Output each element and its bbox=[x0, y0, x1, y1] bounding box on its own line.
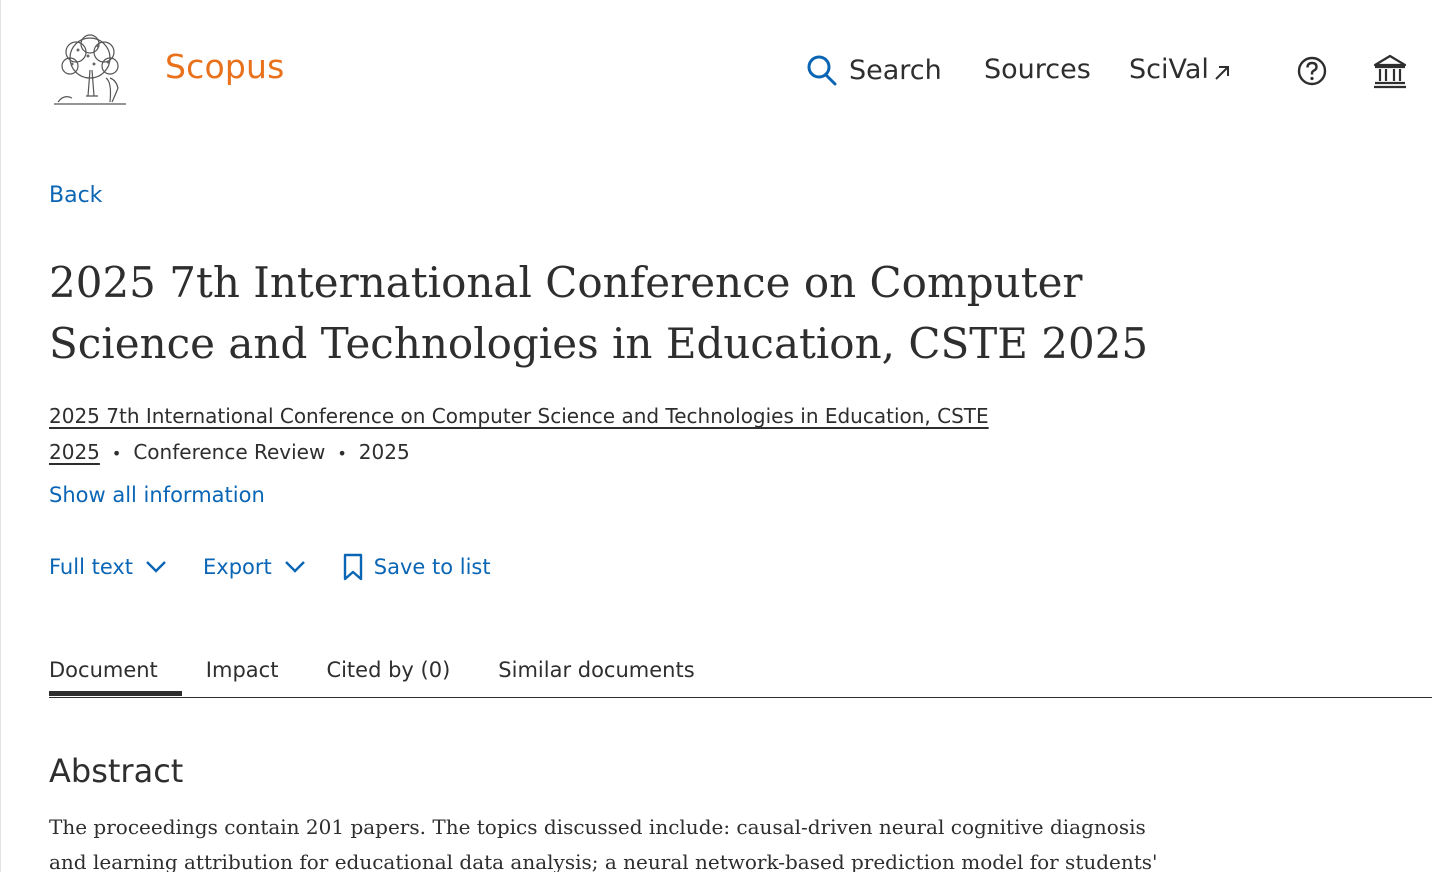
full-text-label: Full text bbox=[49, 555, 134, 579]
document-type: Conference Review bbox=[133, 440, 326, 464]
chevron-down-icon bbox=[284, 561, 305, 573]
tab-cited-by[interactable]: Cited by (0) bbox=[326, 658, 474, 694]
abstract-heading: Abstract bbox=[49, 752, 184, 790]
document-actions: Full text Export Save to list bbox=[49, 553, 527, 581]
search-icon bbox=[807, 55, 837, 86]
help-icon[interactable] bbox=[1296, 55, 1328, 87]
tabs-divider bbox=[49, 697, 1432, 698]
export-label: Export bbox=[203, 555, 272, 579]
nav-sources-link[interactable]: Sources bbox=[984, 54, 1091, 85]
save-to-list-label: Save to list bbox=[373, 555, 491, 579]
meta-separator: • bbox=[337, 444, 347, 463]
external-link-icon bbox=[1215, 65, 1229, 80]
document-meta: 2025 7th International Conference on Com… bbox=[49, 398, 1009, 472]
bookmark-icon bbox=[343, 553, 362, 581]
back-link[interactable]: Back bbox=[49, 183, 102, 208]
meta-separator: • bbox=[111, 444, 122, 463]
tab-document[interactable]: Document bbox=[49, 658, 182, 696]
full-text-dropdown[interactable]: Full text bbox=[49, 555, 167, 579]
abstract-text: The proceedings contain 201 papers. The … bbox=[49, 815, 1158, 872]
scopus-brand-link[interactable]: Scopus bbox=[165, 47, 285, 86]
save-to-list-button[interactable]: Save to list bbox=[342, 553, 491, 581]
nav-search-button[interactable]: Search bbox=[807, 54, 942, 86]
nav-search-label: Search bbox=[849, 54, 942, 86]
export-dropdown[interactable]: Export bbox=[203, 555, 306, 579]
nav-scival-label: SciVal bbox=[1129, 54, 1209, 85]
document-year: 2025 bbox=[358, 440, 410, 464]
elsevier-tree-logo-icon[interactable] bbox=[48, 34, 132, 108]
tab-similar-documents[interactable]: Similar documents bbox=[498, 658, 718, 694]
chevron-down-icon bbox=[146, 561, 166, 573]
tab-impact[interactable]: Impact bbox=[206, 658, 303, 694]
institution-icon[interactable] bbox=[1372, 53, 1408, 89]
show-all-information-link[interactable]: Show all information bbox=[49, 483, 265, 507]
page-left-border bbox=[0, 0, 1, 872]
document-title: 2025 7th International Conference on Com… bbox=[49, 258, 1149, 368]
nav-scival-link[interactable]: SciVal bbox=[1129, 54, 1231, 85]
document-tabs: Document Impact Cited by (0) Similar doc… bbox=[49, 658, 743, 696]
